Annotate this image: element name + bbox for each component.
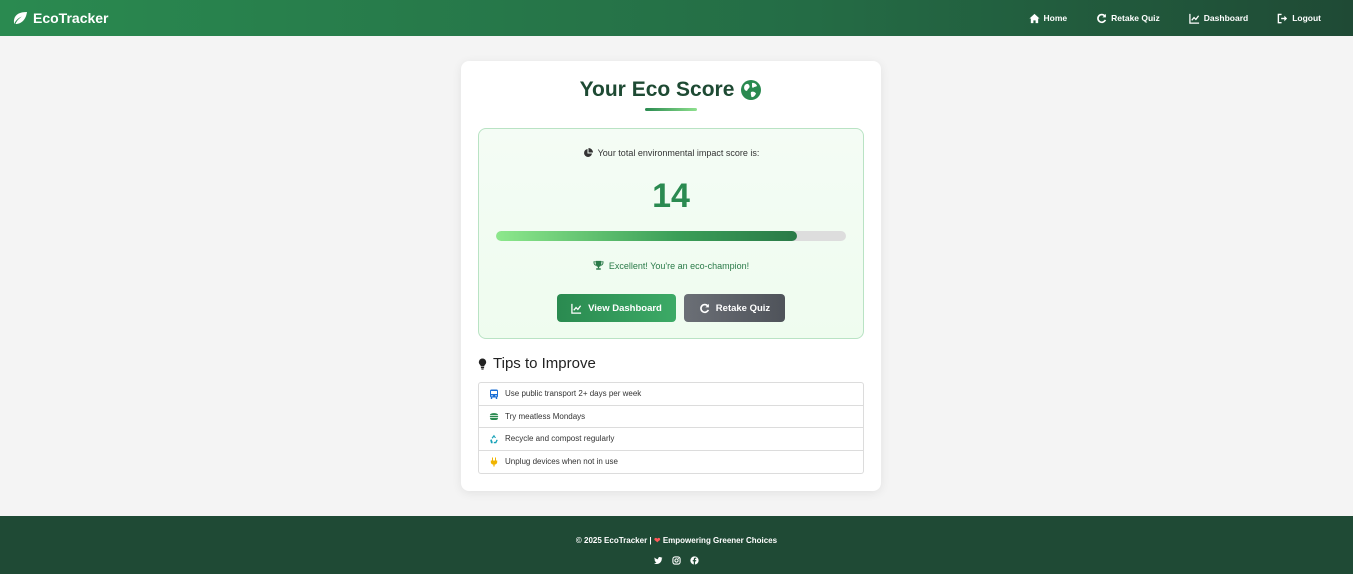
brand-logo[interactable]: EcoTracker	[12, 10, 109, 26]
nav-home[interactable]: Home	[1028, 13, 1068, 24]
nav-retake-label: Retake Quiz	[1111, 13, 1160, 23]
score-value: 14	[652, 177, 690, 215]
tips-heading-text: Tips to Improve	[493, 355, 596, 372]
score-feedback-text: Excellent! You're an eco-champion!	[608, 260, 750, 271]
pie-chart-icon	[583, 148, 593, 157]
footer: © 2025 EcoTracker | ❤ Empowering Greener…	[0, 516, 1353, 574]
globe-icon	[741, 80, 762, 100]
lightbulb-icon	[478, 358, 487, 370]
brand-name: EcoTracker	[33, 10, 109, 26]
retake-quiz-button[interactable]: Retake Quiz	[684, 294, 785, 322]
navbar: EcoTracker Home Retake Quiz Dashboard Lo…	[0, 0, 1353, 36]
score-label-text: Your total environmental impact score is…	[597, 148, 760, 158]
score-label: Your total environmental impact score is…	[479, 148, 863, 158]
chart-line-icon	[1189, 13, 1199, 24]
tips-list: Use public transport 2+ days per week Tr…	[478, 382, 864, 474]
heart-icon: ❤	[653, 536, 661, 545]
title-underline	[645, 108, 697, 111]
tip-text: Unplug devices when not in use	[505, 457, 618, 467]
home-icon	[1028, 13, 1040, 23]
score-progress-bar	[496, 231, 846, 241]
redo-icon	[1097, 13, 1107, 23]
plug-icon	[490, 457, 498, 467]
footer-text: © 2025 EcoTracker | ❤ Empowering Greener…	[0, 536, 1353, 545]
view-dashboard-button[interactable]: View Dashboard	[557, 294, 676, 322]
tip-text: Try meatless Mondays	[505, 411, 586, 421]
nav-dashboard[interactable]: Dashboard	[1189, 13, 1248, 24]
twitter-icon[interactable]	[654, 556, 663, 565]
instagram-icon[interactable]	[672, 556, 681, 565]
score-feedback: Excellent! You're an eco-champion!	[479, 260, 863, 271]
nav-home-label: Home	[1043, 13, 1068, 23]
nav-dashboard-label: Dashboard	[1203, 13, 1249, 23]
list-item: Try meatless Mondays	[479, 406, 863, 428]
nav-links: Home Retake Quiz Dashboard Logout	[1000, 13, 1321, 24]
nav-logout[interactable]: Logout	[1277, 13, 1321, 24]
facebook-icon[interactable]	[690, 556, 699, 565]
list-item: Unplug devices when not in use	[479, 451, 863, 474]
view-dashboard-label: View Dashboard	[588, 302, 662, 314]
chart-line-icon	[571, 303, 582, 314]
social-links	[0, 556, 1353, 565]
score-actions: View Dashboard Retake Quiz	[479, 294, 863, 322]
tip-text: Recycle and compost regularly	[505, 434, 615, 444]
page-title-text: Your Eco Score	[579, 78, 735, 101]
leaf-icon	[13, 12, 27, 24]
list-item: Use public transport 2+ days per week	[479, 383, 863, 406]
footer-copyright: © 2025 EcoTracker |	[575, 536, 652, 545]
list-item: Recycle and compost regularly	[479, 428, 863, 451]
nav-retake-quiz[interactable]: Retake Quiz	[1096, 13, 1160, 24]
logout-icon	[1277, 13, 1288, 23]
page-title: Your Eco Score	[461, 78, 881, 102]
recycle-icon	[490, 434, 498, 443]
tip-text: Use public transport 2+ days per week	[505, 389, 642, 399]
redo-icon	[699, 303, 709, 313]
burger-icon	[489, 413, 499, 421]
score-progress-fill	[496, 231, 797, 241]
tips-heading: Tips to Improve	[478, 355, 596, 372]
score-box: Your total environmental impact score is…	[478, 128, 864, 339]
nav-logout-label: Logout	[1292, 13, 1321, 23]
eco-score-card: Your Eco Score Your total environmental …	[461, 61, 881, 491]
retake-quiz-label: Retake Quiz	[715, 302, 771, 314]
footer-tagline: Empowering Greener Choices	[662, 536, 778, 545]
trophy-icon	[593, 260, 604, 270]
bus-icon	[490, 389, 498, 399]
